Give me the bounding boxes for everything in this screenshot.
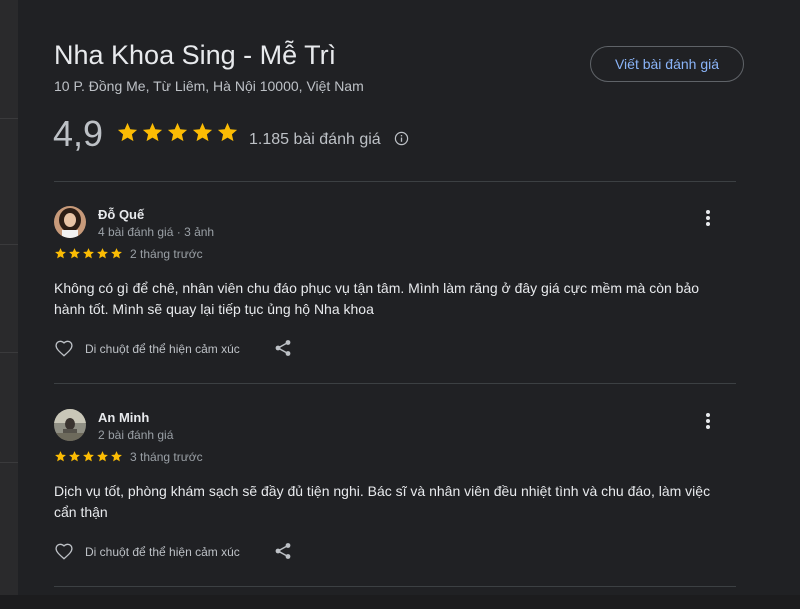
heart-outline-icon[interactable] [54, 542, 74, 560]
star-icon [111, 451, 122, 462]
strip-divider [0, 118, 18, 119]
review-item: An Minh 2 bài đánh giá 3 tháng trước Dịc… [54, 409, 736, 609]
reviewer-meta: 2 bài đánh giá [98, 428, 174, 442]
star-icon [69, 451, 80, 462]
reviewer-name[interactable]: Đỗ Quế [98, 207, 144, 222]
star-icon [83, 248, 94, 259]
reviewer-name[interactable]: An Minh [98, 410, 149, 425]
strip-divider [0, 462, 18, 463]
star-icon [167, 122, 188, 142]
reviewer-meta: 4 bài đánh giá · 3 ảnh [98, 225, 215, 239]
review-item: Đỗ Quế 4 bài đánh giá · 3 ảnh 2 tháng tr… [54, 206, 736, 406]
place-address: 10 P. Đồng Me, Từ Liêm, Hà Nội 10000, Vi… [54, 78, 364, 94]
review-count: 1.185 bài đánh giá [249, 131, 381, 148]
divider [54, 586, 736, 587]
divider [54, 383, 736, 384]
avatar-image [54, 206, 86, 238]
share-icon[interactable] [274, 542, 292, 560]
info-circle-icon[interactable] [394, 131, 409, 146]
divider [54, 181, 736, 182]
avatar-image [54, 409, 86, 441]
strip-divider [0, 352, 18, 353]
reaction-hint: Di chuột để thể hiện cảm xúc [85, 342, 240, 356]
star-icon [217, 122, 238, 142]
star-icon [55, 451, 66, 462]
star-icon [83, 451, 94, 462]
rating-value: 4,9 [53, 113, 104, 154]
left-background-strip [0, 0, 18, 595]
strip-divider [0, 244, 18, 245]
star-icon [55, 248, 66, 259]
review-stars [54, 450, 123, 463]
review-stars [54, 247, 123, 260]
heart-outline-icon[interactable] [54, 339, 74, 357]
star-icon [192, 122, 213, 142]
star-icon [142, 122, 163, 142]
share-icon[interactable] [274, 339, 292, 357]
review-time: 3 tháng trước [130, 450, 203, 464]
avatar[interactable] [54, 409, 86, 441]
rating-stars [116, 121, 239, 144]
place-title: Nha Khoa Sing - Mễ Trì [54, 40, 337, 70]
star-icon [97, 248, 108, 259]
more-vert-icon[interactable] [700, 411, 716, 431]
review-text: Không có gì để chê, nhân viên chu đáo ph… [54, 280, 700, 317]
write-review-button[interactable]: Viết bài đánh giá [590, 46, 744, 82]
review-time: 2 tháng trước [130, 247, 203, 261]
more-vert-icon[interactable] [700, 208, 716, 228]
star-icon [117, 122, 138, 142]
avatar[interactable] [54, 206, 86, 238]
review-text: Dịch vụ tốt, phòng khám sạch sẽ đầy đủ t… [54, 483, 711, 520]
star-icon [111, 248, 122, 259]
reaction-hint: Di chuột để thể hiện cảm xúc [85, 545, 240, 559]
star-icon [97, 451, 108, 462]
star-icon [69, 248, 80, 259]
write-review-label: Viết bài đánh giá [614, 56, 720, 72]
